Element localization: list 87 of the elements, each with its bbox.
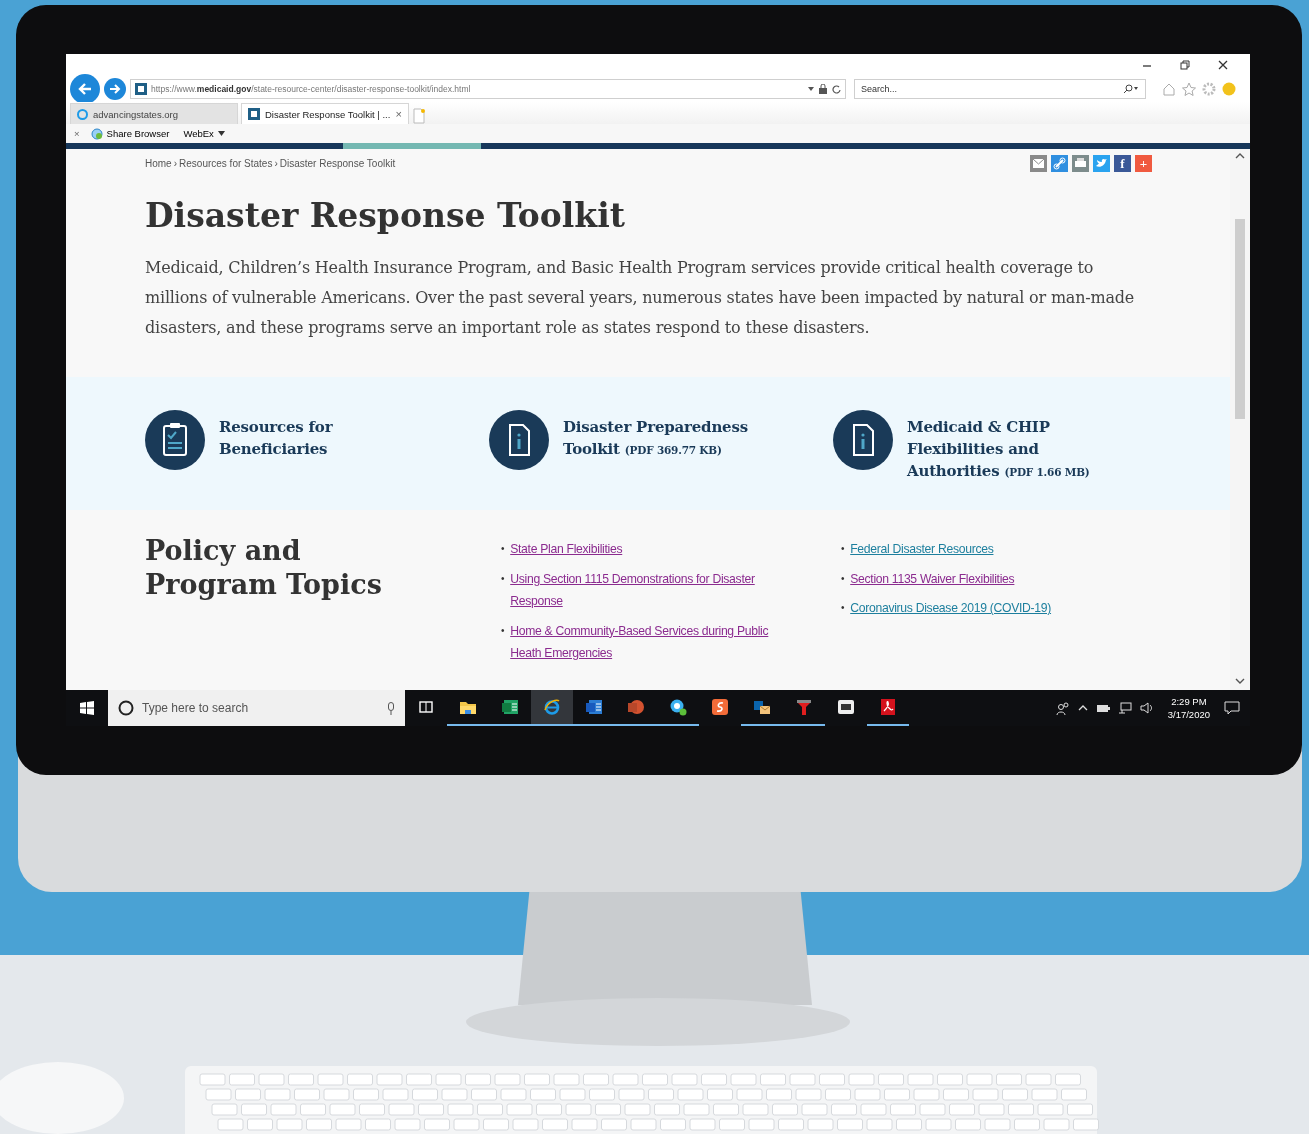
page-title: Disaster Response Toolkit bbox=[145, 196, 626, 235]
scroll-up-icon[interactable] bbox=[1235, 153, 1245, 159]
globe-icon bbox=[77, 108, 88, 120]
browser-app-icon bbox=[543, 698, 561, 716]
site-icon bbox=[248, 108, 260, 120]
tab-close-button[interactable]: × bbox=[395, 108, 402, 120]
chat-app-icon bbox=[669, 698, 687, 716]
search-circle-icon bbox=[118, 700, 134, 716]
lock-icon bbox=[819, 84, 827, 94]
swirl-app-icon bbox=[711, 698, 729, 716]
caret-icon bbox=[217, 131, 225, 136]
people-icon[interactable] bbox=[1055, 701, 1070, 715]
breadcrumb-link[interactable]: Resources for States bbox=[179, 158, 273, 169]
topic-link[interactable]: Using Section 1115 Demonstrations for Disaster Response bbox=[510, 567, 803, 613]
browser-tab[interactable]: Disaster Response Toolkit | ... × bbox=[241, 103, 409, 124]
tab-title: advancingstates.org bbox=[93, 108, 179, 120]
document-app-icon bbox=[585, 698, 603, 716]
back-arrow-icon bbox=[77, 81, 93, 97]
url-text: https://www.medicaid.gov/state-resource-center/disaster-response-toolkit/index.html bbox=[151, 84, 471, 94]
topic-link[interactable]: Coronavirus Disease 2019 (COVID-19) bbox=[850, 597, 1052, 620]
breadcrumb-separator: › bbox=[173, 158, 178, 169]
star-icon[interactable] bbox=[1182, 82, 1196, 96]
date-text: 3/17/2020 bbox=[1167, 708, 1210, 721]
link-share-button[interactable] bbox=[1051, 155, 1068, 172]
bullet: • bbox=[841, 601, 845, 615]
bullet: • bbox=[501, 542, 505, 556]
link-icon bbox=[1051, 155, 1068, 172]
section-heading: Policy and Program Topics bbox=[145, 534, 383, 602]
back-button[interactable] bbox=[70, 74, 100, 104]
breadcrumb-separator: › bbox=[274, 158, 278, 169]
bird-share-button[interactable] bbox=[1093, 155, 1110, 172]
camera-app-icon bbox=[837, 698, 855, 716]
time-text: 2:29 PM bbox=[1171, 695, 1207, 708]
share-icon bbox=[90, 127, 103, 140]
bullet: • bbox=[841, 542, 845, 556]
intro-paragraph: Medicaid, Children’s Health Insurance Program, and Basic Health Program services provide critical health coverage to millions of vulnerable Americans. Over the past several years, numerous states have been impacted by natural or man-made disasters, and these programs serve an important role as states respond to these disasters. bbox=[145, 257, 1136, 339]
address-field[interactable]: https://www.medicaid.gov/state-resource-center/disaster-response-toolkit/index.html bbox=[130, 79, 846, 99]
pdf-app-icon bbox=[879, 698, 897, 716]
close-icon[interactable] bbox=[1218, 60, 1228, 70]
print-share-button[interactable] bbox=[1072, 155, 1089, 172]
chevron-up-icon[interactable] bbox=[1077, 705, 1088, 711]
topic-link[interactable]: Home & Community-Based Services during Public Heath Emergencies bbox=[510, 619, 803, 665]
document-icon[interactable] bbox=[833, 410, 893, 470]
mail-app-icon bbox=[753, 698, 771, 716]
topic-link[interactable]: State Plan Flexibilities bbox=[510, 538, 623, 561]
speaker-icon[interactable] bbox=[1139, 702, 1154, 714]
resource-link[interactable]: Medicaid & CHIP Flexibilities and Authorities (PDF 1.66 MB) bbox=[907, 416, 1107, 483]
presentation-app-icon bbox=[627, 698, 645, 716]
scrollbar-thumb[interactable] bbox=[1235, 219, 1245, 419]
restore-icon[interactable] bbox=[1180, 60, 1190, 70]
spreadsheet-app-icon bbox=[501, 698, 519, 716]
taskbar-search-field[interactable]: Type here to search bbox=[108, 690, 405, 726]
bullet: • bbox=[501, 623, 505, 638]
resource-link[interactable]: Resources for Beneficiaries bbox=[219, 416, 419, 460]
dropdown-icon[interactable] bbox=[808, 87, 814, 91]
microphone-icon[interactable] bbox=[387, 701, 395, 715]
network-icon[interactable] bbox=[1117, 702, 1132, 714]
tool-app-icon bbox=[795, 698, 813, 716]
webex-menu[interactable]: WebEx bbox=[180, 127, 228, 140]
tab-title: Disaster Response Toolkit | ... bbox=[265, 108, 391, 120]
windows-icon bbox=[80, 701, 94, 715]
scroll-down-icon[interactable] bbox=[1235, 678, 1245, 684]
forward-button[interactable] bbox=[104, 78, 126, 100]
breadcrumb-link[interactable]: Disaster Response Toolkit bbox=[279, 158, 396, 169]
topic-link[interactable]: Section 1135 Waiver Flexibilities bbox=[850, 567, 1015, 590]
search-field[interactable]: Search... bbox=[854, 79, 1146, 99]
search-icon[interactable] bbox=[1123, 84, 1139, 94]
close-toolbar-button[interactable]: × bbox=[74, 128, 80, 139]
topic-link[interactable]: Federal Disaster Resources bbox=[850, 538, 994, 561]
task-view-icon bbox=[417, 698, 435, 716]
refresh-icon[interactable] bbox=[832, 84, 841, 94]
email-share-button[interactable] bbox=[1030, 155, 1047, 172]
breadcrumb-link[interactable]: Home bbox=[145, 158, 172, 169]
browser-tab[interactable]: advancingstates.org bbox=[70, 103, 238, 124]
notification-icon[interactable] bbox=[1224, 701, 1240, 715]
forward-arrow-icon bbox=[109, 83, 121, 95]
site-icon bbox=[135, 83, 147, 95]
share-button[interactable]: f bbox=[1114, 155, 1131, 172]
bullet: • bbox=[841, 571, 845, 586]
share-browser-button[interactable]: Share Browser bbox=[87, 126, 173, 141]
clock[interactable]: 2:29 PM 3/17/2020 bbox=[1167, 695, 1210, 721]
bullet: • bbox=[501, 571, 505, 586]
battery-icon[interactable] bbox=[1095, 703, 1110, 713]
document-icon[interactable] bbox=[489, 410, 549, 470]
resource-link[interactable]: Disaster Preparedness Toolkit (PDF 369.77 KB) bbox=[563, 416, 763, 461]
taskbar-app-button[interactable] bbox=[531, 690, 573, 726]
clipboard-icon[interactable] bbox=[145, 410, 205, 470]
